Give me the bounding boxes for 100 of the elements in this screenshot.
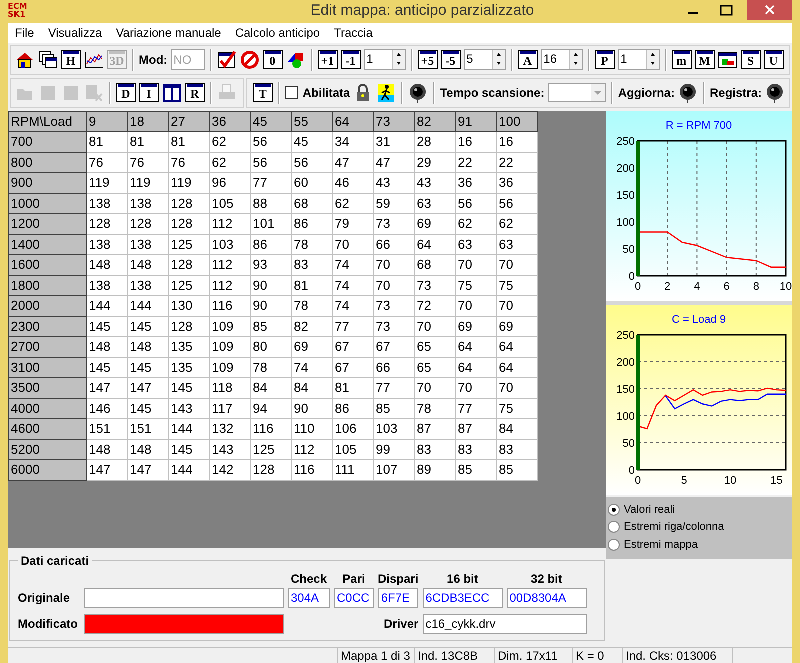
table-cell[interactable]: 132 [210, 418, 250, 439]
table-cell[interactable]: 84 [496, 418, 538, 439]
toolbar-button[interactable]: I [139, 83, 159, 102]
table-cell[interactable]: 93 [250, 254, 292, 275]
table-cell[interactable]: 106 [332, 418, 374, 439]
table-cell[interactable]: 70 [456, 296, 496, 316]
table-cell[interactable]: 105 [210, 193, 250, 214]
table-cell[interactable]: 56 [496, 193, 538, 214]
table-cell[interactable]: 70 [414, 378, 456, 398]
table-cell[interactable]: 88 [250, 193, 292, 214]
table-cell[interactable]: 62 [496, 214, 538, 234]
table-cell[interactable]: 147 [128, 460, 168, 480]
table-cell[interactable]: 138 [86, 193, 128, 214]
table-cell[interactable]: 85 [374, 398, 414, 418]
close-button[interactable] [747, 0, 792, 20]
table-cell[interactable]: 143 [168, 398, 210, 418]
table-cell[interactable]: 128 [168, 193, 210, 214]
table-cell[interactable]: 62 [456, 214, 496, 234]
table-cell[interactable]: 62 [210, 132, 250, 152]
table-cell[interactable]: 70 [374, 275, 414, 296]
table-cell[interactable]: 77 [456, 398, 496, 418]
toolbar-button[interactable]: 0 [262, 50, 283, 69]
menu-item[interactable]: Calcolo anticipo [235, 24, 320, 42]
table-cell[interactable]: 148 [86, 336, 128, 357]
table-cell[interactable]: 72 [414, 296, 456, 316]
indicator-light-icon[interactable] [408, 82, 428, 102]
toolbar-button[interactable]: H [61, 50, 81, 69]
table-cell[interactable]: 64 [496, 336, 538, 357]
table-cell[interactable]: 125 [168, 275, 210, 296]
table-cell[interactable]: 70 [374, 254, 414, 275]
toolbar-button[interactable]: D [116, 83, 136, 102]
table-cell[interactable]: 46 [332, 172, 374, 193]
toolbar-button[interactable]: -5 [440, 50, 461, 69]
table-cell[interactable]: 70 [456, 254, 496, 275]
menu-item[interactable]: Traccia [334, 24, 373, 42]
table-cell[interactable]: 85 [250, 316, 292, 336]
table-cell[interactable]: 148 [86, 439, 128, 460]
toolbar-button[interactable]: U [764, 50, 784, 69]
table-cell[interactable]: 103 [374, 418, 414, 439]
menu-item[interactable]: Variazione manuale [116, 24, 222, 42]
table-cell[interactable]: 63 [414, 193, 456, 214]
table-cell[interactable]: 111 [332, 460, 374, 480]
toolbar-button[interactable]: R [185, 83, 205, 102]
table-cell[interactable]: 135 [168, 357, 210, 378]
table-cell[interactable]: 138 [86, 275, 128, 296]
table-cell[interactable]: 101 [250, 214, 292, 234]
table-cell[interactable]: 66 [374, 357, 414, 378]
indicator-light-icon[interactable] [678, 82, 698, 102]
table-cell[interactable]: 144 [168, 460, 210, 480]
toolbar-button[interactable]: -1 [340, 50, 361, 69]
table-cell[interactable]: 144 [128, 296, 168, 316]
table-cell[interactable]: 145 [168, 378, 210, 398]
table-cell[interactable]: 67 [332, 336, 374, 357]
table-cell[interactable]: 22 [456, 152, 496, 172]
table-cell[interactable]: 79 [332, 214, 374, 234]
table-cell[interactable]: 74 [332, 254, 374, 275]
table-cell[interactable]: 138 [128, 234, 168, 254]
table-cell[interactable]: 68 [292, 193, 332, 214]
table-cell[interactable]: 145 [128, 357, 168, 378]
table-cell[interactable]: 63 [496, 234, 538, 254]
table-cell[interactable]: 43 [374, 172, 414, 193]
table-cell[interactable]: 148 [128, 254, 168, 275]
table-cell[interactable]: 145 [86, 357, 128, 378]
table-cell[interactable]: 109 [210, 316, 250, 336]
table-cell[interactable]: 65 [414, 357, 456, 378]
table-cell[interactable]: 77 [332, 316, 374, 336]
toolbar-button[interactable]: T [252, 83, 273, 102]
toolbar-button[interactable]: A [518, 50, 538, 69]
columns-icon[interactable] [162, 82, 182, 102]
table-cell[interactable]: 62 [210, 152, 250, 172]
table-cell[interactable]: 56 [292, 152, 332, 172]
table-cell[interactable]: 70 [456, 378, 496, 398]
table-cell[interactable]: 64 [496, 357, 538, 378]
table-cell[interactable]: 16 [496, 132, 538, 152]
table-cell[interactable]: 67 [374, 336, 414, 357]
close-icon[interactable] [764, 5, 774, 15]
table-cell[interactable]: 138 [128, 193, 168, 214]
table-cell[interactable]: 60 [292, 172, 332, 193]
table-cell[interactable]: 90 [250, 275, 292, 296]
table-cell[interactable]: 145 [168, 439, 210, 460]
table-cell[interactable]: 64 [456, 336, 496, 357]
table-cell[interactable]: 128 [86, 214, 128, 234]
table-cell[interactable]: 73 [374, 296, 414, 316]
table-cell[interactable]: 56 [250, 132, 292, 152]
table-cell[interactable]: 128 [168, 254, 210, 275]
radio-button[interactable] [608, 521, 620, 534]
table-cell[interactable]: 87 [414, 418, 456, 439]
table-cell[interactable]: 28 [414, 132, 456, 152]
toolbar-button[interactable]: +1 [318, 50, 338, 69]
windows-icon[interactable] [38, 50, 58, 70]
prohibited-icon[interactable] [240, 50, 260, 70]
table-cell[interactable]: 81 [292, 275, 332, 296]
table-cell[interactable]: 45 [292, 132, 332, 152]
table-cell[interactable]: 105 [332, 439, 374, 460]
table-cell[interactable]: 81 [128, 132, 168, 152]
table-cell[interactable]: 82 [292, 316, 332, 336]
table-cell[interactable]: 36 [456, 172, 496, 193]
table-cell[interactable]: 31 [374, 132, 414, 152]
table-cell[interactable]: 47 [332, 152, 374, 172]
table-cell[interactable]: 148 [128, 439, 168, 460]
